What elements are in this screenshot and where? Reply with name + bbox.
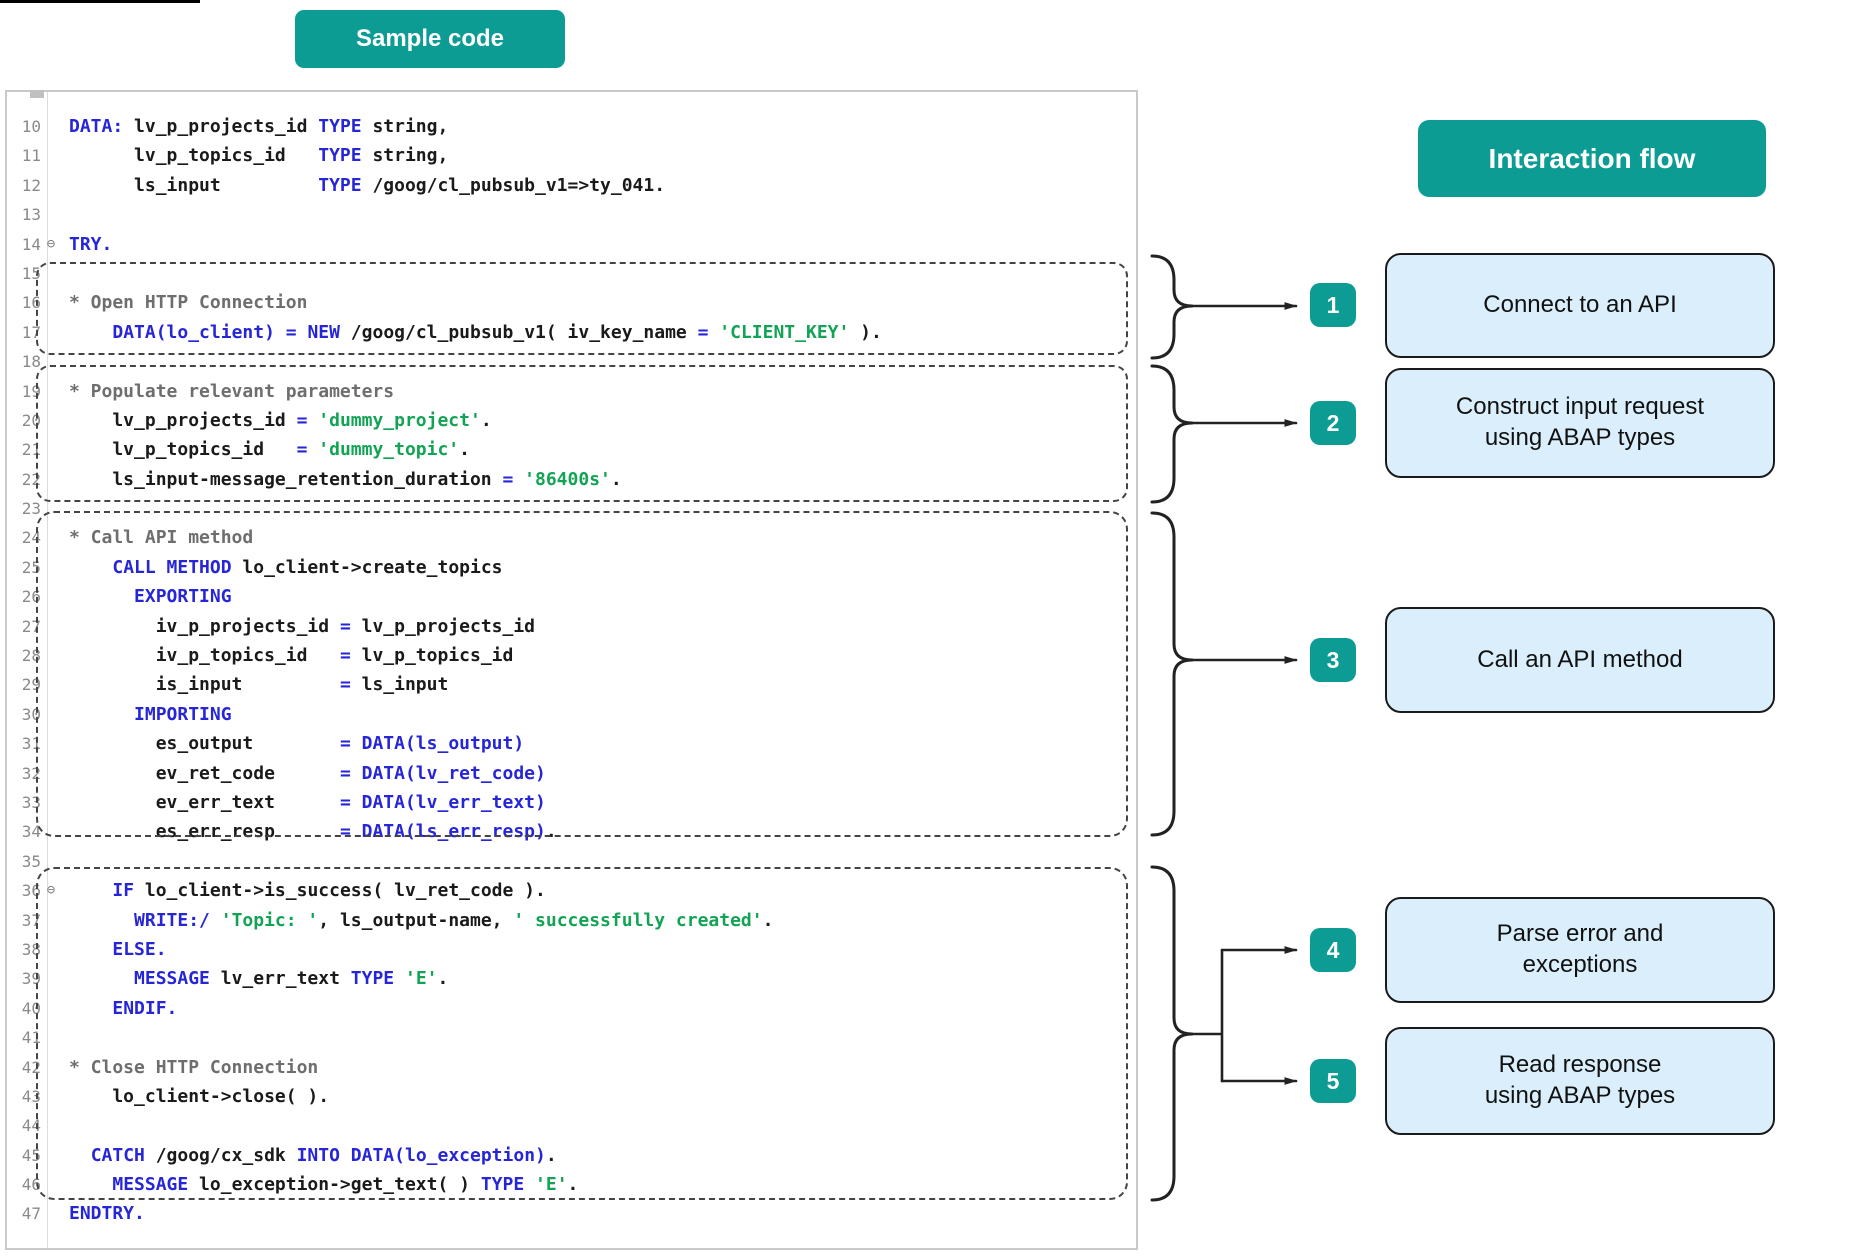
step-badge-4: 4 xyxy=(1310,928,1356,972)
interaction-flow-label: Interaction flow xyxy=(1418,120,1766,197)
fold-spacer xyxy=(41,200,61,229)
top-left-rule xyxy=(0,0,200,3)
flow-step-box-2: Construct input request using ABAP types xyxy=(1385,368,1775,478)
code-text: lv_p_topics_id TYPE string, xyxy=(61,141,448,170)
code-line: 13 xyxy=(7,200,1136,229)
line-number: 13 xyxy=(7,200,41,229)
line-number: 23 xyxy=(7,494,41,523)
code-text: DATA: lv_p_projects_id TYPE string, xyxy=(61,112,448,141)
fold-spacer xyxy=(41,112,61,141)
brace-step-3 xyxy=(1152,513,1192,835)
code-text xyxy=(61,200,69,229)
code-line: 11 lv_p_topics_id TYPE string, xyxy=(7,141,1136,170)
line-number: 11 xyxy=(7,141,41,170)
step-badge-1: 1 xyxy=(1310,283,1356,327)
code-highlight-box-1 xyxy=(36,262,1128,355)
line-number: 35 xyxy=(7,847,41,876)
line-number: 12 xyxy=(7,171,41,200)
fold-spacer xyxy=(41,1199,61,1228)
fold-spacer xyxy=(41,141,61,170)
fold-collapse-icon: ⊖ xyxy=(41,230,61,259)
step-badge-5: 5 xyxy=(1310,1059,1356,1103)
flow-step-box-5: Read response using ABAP types xyxy=(1385,1027,1775,1135)
code-line: 14⊖TRY. xyxy=(7,230,1136,259)
diagram-page: Sample code Interaction flow 10 DATA: lv_… xyxy=(0,0,1862,1258)
code-line: 47 ENDTRY. xyxy=(7,1199,1136,1228)
flow-step-box-4: Parse error and exceptions xyxy=(1385,897,1775,1003)
line-number: 18 xyxy=(7,347,41,376)
code-text: ENDTRY. xyxy=(61,1199,145,1228)
brace-step-2 xyxy=(1152,366,1192,502)
code-text: TRY. xyxy=(61,230,112,259)
line-number: 10 xyxy=(7,112,41,141)
brace-step-1 xyxy=(1152,256,1192,358)
step-badge-3: 3 xyxy=(1310,638,1356,682)
arrow-stem-4-5 xyxy=(1192,950,1222,1081)
code-highlight-box-2 xyxy=(36,365,1128,502)
line-number: 14 xyxy=(7,230,41,259)
code-highlight-box-3 xyxy=(36,511,1128,837)
sample-code-label: Sample code xyxy=(295,10,565,68)
line-number: 47 xyxy=(7,1199,41,1228)
code-text: ls_input TYPE /goog/cl_pubsub_v1=>ty_041… xyxy=(61,171,665,200)
brace-step-4-5 xyxy=(1152,867,1192,1200)
code-line: 10 DATA: lv_p_projects_id TYPE string, xyxy=(7,112,1136,141)
flow-step-box-3: Call an API method xyxy=(1385,607,1775,713)
step-badge-2: 2 xyxy=(1310,401,1356,445)
fold-spacer xyxy=(41,171,61,200)
code-highlight-box-4 xyxy=(36,867,1128,1200)
code-line: 12 ls_input TYPE /goog/cl_pubsub_v1=>ty_… xyxy=(7,171,1136,200)
flow-step-box-1: Connect to an API xyxy=(1385,253,1775,358)
gutter-top-tick xyxy=(30,90,44,98)
